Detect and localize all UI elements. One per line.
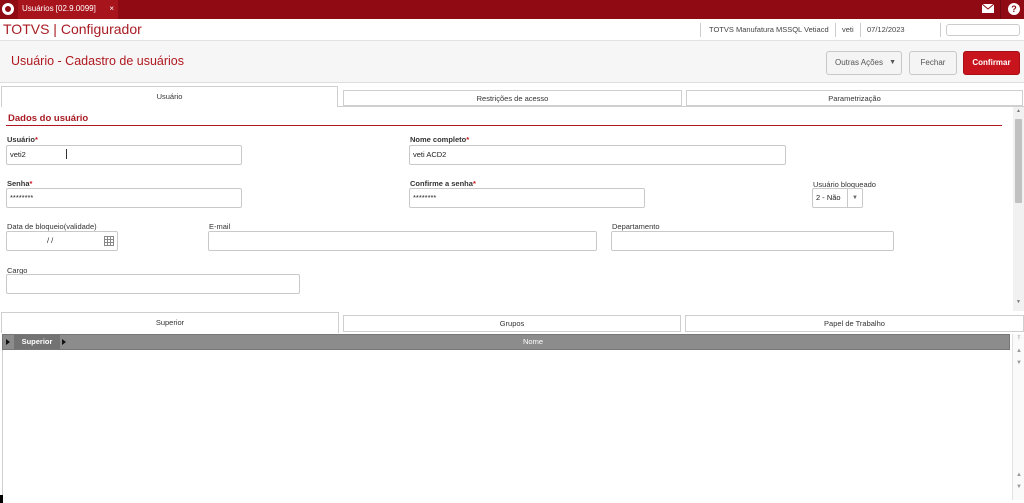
window-titlebar: Usuários [02.9.0099] × ? <box>0 0 1024 19</box>
header-divider <box>835 23 836 37</box>
email-input[interactable] <box>208 231 597 251</box>
required-mark: * <box>472 179 476 188</box>
scrollbar-thumb[interactable] <box>1015 119 1022 203</box>
grid-scrollbar[interactable]: ⤒ ▲ ▼ ▲ ▼ <box>1012 334 1024 500</box>
page-title: Usuário - Cadastro de usuários <box>11 54 184 68</box>
confirme-senha-label-text: Confirme a senha <box>410 179 473 188</box>
mail-icon[interactable] <box>981 3 995 14</box>
tab-baseline <box>338 106 1024 107</box>
cargo-input[interactable] <box>6 274 300 294</box>
window-tab-label: Usuários [02.9.0099] <box>22 4 96 13</box>
scroll-bottom-icon[interactable]: ▼ <box>1015 484 1023 490</box>
usuario-bloqueado-value: 2 - Não <box>816 193 841 202</box>
corner-marker <box>0 495 3 503</box>
required-mark: * <box>34 135 38 144</box>
app-brand: TOTVS | Configurador <box>3 21 142 37</box>
data-bloqueio-label: Data de bloqueio(validade) <box>7 222 97 231</box>
confirme-senha-label: Confirme a senha* <box>410 179 476 188</box>
grid-header: Superior Nome <box>2 334 1010 350</box>
scroll-down-icon[interactable]: ▼ <box>1015 299 1022 305</box>
text-cursor <box>66 149 67 159</box>
window-tab[interactable]: Usuários [02.9.0099] × <box>18 0 118 19</box>
departamento-label: Departamento <box>612 222 660 231</box>
form-scrollbar[interactable]: ▲ ▼ <box>1013 107 1024 311</box>
required-mark: * <box>466 135 470 144</box>
help-icon[interactable]: ? <box>1008 3 1020 15</box>
tab-usuario[interactable]: Usuário <box>1 86 338 107</box>
data-bloqueio-input[interactable]: / / <box>6 231 118 251</box>
scroll-down-icon[interactable]: ▼ <box>1015 360 1023 366</box>
usuario-input[interactable]: veti2 <box>6 145 242 165</box>
usuario-label: Usuário* <box>7 135 38 144</box>
grid-body[interactable] <box>2 350 1010 500</box>
close-button[interactable]: Fechar <box>909 51 957 75</box>
close-tab-icon[interactable]: × <box>109 0 114 17</box>
required-mark: * <box>29 179 33 188</box>
date-label: 07/12/2023 <box>867 25 905 34</box>
tab-restricoes-acesso[interactable]: Restrições de acesso <box>343 90 682 106</box>
scroll-top-icon[interactable]: ⤒ <box>1015 336 1023 343</box>
scroll-up-icon[interactable]: ▲ <box>1015 348 1023 354</box>
tab-papel-trabalho[interactable]: Papel de Trabalho <box>685 315 1024 332</box>
usuario-label-text: Usuário <box>7 135 35 144</box>
grid-column-superior[interactable]: Superior <box>14 335 60 349</box>
other-actions-label: Outras Ações <box>834 58 884 67</box>
calendar-icon[interactable] <box>104 236 114 246</box>
grid-column-nome[interactable]: Nome <box>523 335 543 349</box>
tab-parametrizacao[interactable]: Parametrização <box>686 90 1023 106</box>
nome-completo-label-text: Nome completo <box>410 135 467 144</box>
usuario-bloqueado-select[interactable]: 2 - Não ▼ <box>812 188 863 208</box>
header-divider <box>940 23 941 37</box>
user-label: veti <box>842 25 854 34</box>
data-bloqueio-value: / / <box>47 236 54 245</box>
section-title: Dados do usuário <box>8 113 89 124</box>
email-label: E-mail <box>209 222 231 231</box>
scroll-up-icon[interactable]: ▲ <box>1015 108 1022 114</box>
tab-superior[interactable]: Superior <box>1 312 339 333</box>
scroll-up-icon[interactable]: ▲ <box>1015 472 1023 478</box>
senha-label: Senha* <box>7 179 32 188</box>
header-search-input[interactable] <box>946 24 1020 36</box>
chevron-down-icon: ▼ <box>847 189 862 207</box>
totvs-logo-icon <box>2 3 14 15</box>
topbar-divider <box>1000 0 1001 19</box>
departamento-input[interactable] <box>611 231 894 251</box>
nome-completo-label: Nome completo* <box>410 135 469 144</box>
senha-label-text: Senha <box>7 179 30 188</box>
section-divider <box>6 125 1002 126</box>
senha-input[interactable]: ******** <box>6 188 242 208</box>
header-divider <box>700 23 701 37</box>
dropdown-caret-icon: ▼ <box>889 59 896 66</box>
confirm-button[interactable]: Confirmar <box>963 51 1020 75</box>
confirme-senha-input[interactable]: ******** <box>409 188 645 208</box>
column-arrow-icon <box>62 339 66 345</box>
row-indicator-icon <box>6 339 10 345</box>
other-actions-button[interactable]: Outras Ações ▼ <box>826 51 902 75</box>
tab-grupos[interactable]: Grupos <box>343 315 681 332</box>
nome-completo-input[interactable]: veti ACD2 <box>409 145 786 165</box>
environment-label: TOTVS Manufatura MSSQL Vetiacd <box>709 25 829 34</box>
header-divider <box>860 23 861 37</box>
app-header: TOTVS | Configurador TOTVS Manufatura MS… <box>0 19 1024 41</box>
